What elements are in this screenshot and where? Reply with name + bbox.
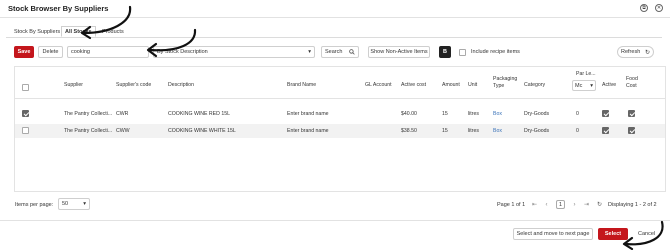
header-amount[interactable]: Amount: [442, 82, 460, 89]
items-per-page-select[interactable]: 50 ▾: [58, 198, 90, 210]
cell-brand-name[interactable]: Enter brand name: [287, 128, 329, 134]
chevron-down-icon: ▾: [83, 201, 86, 207]
annotation-arrow: [622, 220, 664, 250]
cell-category: Dry-Goods: [524, 111, 550, 117]
active-checkbox[interactable]: [602, 110, 609, 117]
include-recipe-checkbox[interactable]: [459, 49, 466, 56]
items-per-page-label: Items per page:: [15, 202, 54, 208]
header-active[interactable]: Active: [602, 82, 616, 89]
show-non-active-button[interactable]: Show Non-Active Items: [368, 46, 430, 58]
cell-category: Dry-Goods: [524, 128, 550, 134]
items-per-page-value: 50: [62, 201, 69, 207]
chevron-down-icon: ▾: [590, 82, 593, 89]
cell-packaging-type[interactable]: Box: [493, 128, 502, 134]
cell-amount: 15: [442, 128, 448, 134]
cell-active-cost: $40.00: [401, 111, 417, 117]
search-input[interactable]: cooking: [67, 46, 149, 58]
footer-divider: [0, 220, 670, 221]
cell-packaging-type[interactable]: Box: [493, 111, 502, 117]
first-page-icon[interactable]: ⇤: [530, 200, 539, 209]
search-icon: [349, 49, 355, 55]
current-page[interactable]: 1: [556, 200, 565, 209]
annotation-arrow: [146, 28, 197, 58]
select-all-checkbox[interactable]: [22, 84, 29, 91]
par-level-select[interactable]: Mc ▾: [572, 80, 596, 91]
header-food-cost[interactable]: Food Cost: [626, 76, 644, 90]
refresh-label: Refresh: [621, 49, 641, 55]
header-supplier[interactable]: Supplier: [64, 82, 83, 89]
par-level-select-value: Mc: [575, 82, 583, 89]
bold-icon[interactable]: B: [439, 46, 451, 58]
annotation-arrow: [80, 5, 132, 40]
refresh-icon[interactable]: ↻: [595, 200, 604, 209]
select-and-next-button[interactable]: Select and move to next page: [513, 228, 593, 240]
header-active-cost[interactable]: Active cost: [401, 82, 426, 89]
save-button[interactable]: Save: [14, 46, 34, 58]
include-recipe-label: Include recipe items: [471, 49, 520, 55]
food-cost-checkbox[interactable]: [628, 127, 635, 134]
display-info: Displaying 1 - 2 of 2: [608, 202, 657, 208]
delete-button[interactable]: Delete: [38, 46, 63, 58]
table-row[interactable]: [15, 124, 665, 138]
row-select-checkbox[interactable]: [22, 127, 29, 134]
chevron-down-icon: ▾: [308, 49, 311, 55]
cell-supplier: The Pantry Collecti...: [64, 128, 113, 134]
next-page-icon[interactable]: ›: [570, 200, 579, 209]
refresh-icon: ↻: [644, 49, 650, 56]
cell-supplier: The Pantry Collecti...: [64, 111, 113, 117]
header-unit[interactable]: Unit: [468, 82, 477, 89]
header-packaging-type[interactable]: Packaging Type: [493, 76, 521, 90]
refresh-button[interactable]: Refresh ↻: [617, 46, 654, 58]
active-checkbox[interactable]: [602, 127, 609, 134]
header-gl-account[interactable]: GL Account: [365, 82, 392, 89]
cell-description: COOKING WINE RED 15L: [168, 111, 230, 117]
cell-par-level: 0: [576, 111, 579, 117]
search-button[interactable]: Search: [321, 46, 359, 58]
last-page-icon[interactable]: ⇥: [582, 200, 591, 209]
prev-page-icon[interactable]: ‹: [542, 200, 551, 209]
cell-description: COOKING WINE WHITE 15L: [168, 128, 236, 134]
restore-icon[interactable]: ⧉: [640, 4, 648, 12]
header-brand-name[interactable]: Brand Name: [287, 82, 316, 89]
row-select-checkbox[interactable]: [22, 110, 29, 117]
cell-amount: 15: [442, 111, 448, 117]
food-cost-checkbox[interactable]: [628, 110, 635, 117]
cell-code: CWR: [116, 111, 129, 117]
cell-unit: litres: [468, 111, 479, 117]
cell-code: CWW: [116, 128, 130, 134]
header-par-level[interactable]: Par Le...: [576, 71, 596, 78]
page-info: Page 1 of 1: [497, 202, 526, 208]
header-description[interactable]: Description: [168, 82, 194, 89]
header-suppliers-code[interactable]: Supplier's code: [116, 82, 151, 89]
cell-par-level: 0: [576, 128, 579, 134]
close-icon[interactable]: ✕: [655, 4, 663, 12]
header-category[interactable]: Category: [524, 82, 545, 89]
cell-brand-name[interactable]: Enter brand name: [287, 111, 329, 117]
table-row[interactable]: [15, 107, 665, 121]
header-divider: [15, 98, 665, 99]
search-button-label: Search: [325, 49, 343, 55]
cell-active-cost: $38.50: [401, 128, 417, 134]
cell-unit: litres: [468, 128, 479, 134]
tab-stock-by-suppliers[interactable]: Stock By Suppliers: [10, 26, 64, 37]
